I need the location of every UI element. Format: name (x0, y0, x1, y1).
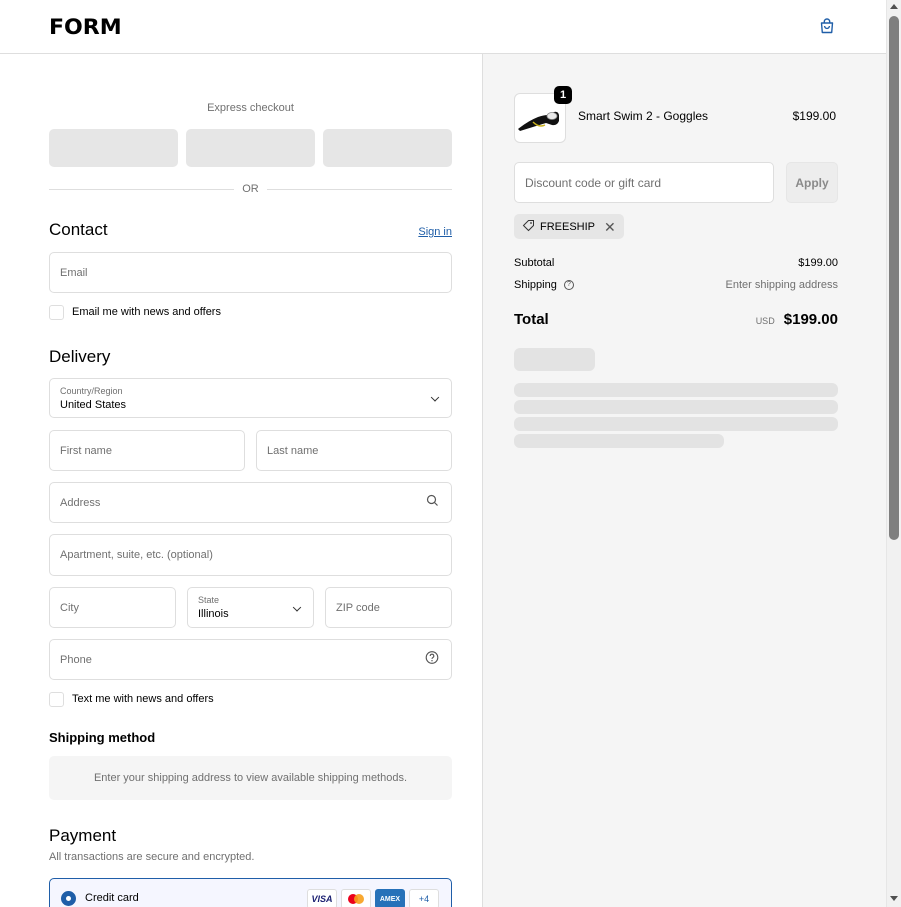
product-price: $199.00 (792, 109, 836, 123)
loading-placeholder (514, 400, 838, 414)
subtotal-row: Subtotal $199.00 (514, 257, 838, 269)
search-icon[interactable] (426, 494, 439, 512)
loading-placeholder (514, 348, 595, 371)
payment-subtitle: All transactions are secure and encrypte… (49, 851, 255, 863)
country-label: Country/Region (60, 386, 123, 396)
country-value: United States (60, 399, 127, 411)
quantity-badge: 1 (554, 86, 572, 104)
state-value: Illinois (198, 608, 229, 620)
more-cards-badge: +4 (409, 889, 439, 907)
apartment-field[interactable]: Apartment, suite, etc. (optional) (49, 534, 452, 576)
phone-field[interactable]: Phone (49, 639, 452, 680)
amex-card-label: AMEX (379, 895, 401, 903)
shipping-label: Shipping (514, 279, 557, 291)
chevron-down-icon (430, 393, 440, 402)
mastercard-icon (341, 889, 371, 907)
loading-placeholder (514, 434, 724, 448)
state-select[interactable]: State Illinois (187, 587, 314, 628)
discount-code-input[interactable] (514, 162, 774, 203)
state-label: State (198, 595, 220, 605)
contact-heading: Contact (49, 220, 108, 239)
last-name-placeholder: Last name (267, 444, 319, 457)
city-placeholder: City (60, 601, 79, 614)
phone-placeholder: Phone (60, 653, 92, 666)
apartment-placeholder: Apartment, suite, etc. (optional) (60, 549, 213, 561)
credit-card-option[interactable]: Credit card VISA AMEX +4 (49, 878, 452, 907)
city-field[interactable]: City (49, 587, 176, 628)
more-cards-label: +4 (418, 894, 430, 904)
total-value: $199.00 (783, 311, 838, 328)
email-newsletter-checkbox[interactable] (49, 305, 64, 320)
chevron-down-icon (292, 602, 302, 612)
zip-code-field[interactable]: ZIP code (325, 587, 452, 628)
credit-card-label: Credit card (85, 892, 139, 904)
total-row: Total USD $199.00 (514, 311, 838, 328)
credit-card-radio[interactable] (61, 891, 76, 906)
discount-tag-label: FREESHIP (540, 220, 596, 233)
express-pay-button[interactable] (323, 129, 452, 167)
total-label: Total (514, 311, 549, 328)
remove-discount-icon[interactable]: ✕ (604, 220, 616, 234)
express-pay-button[interactable] (49, 129, 178, 167)
scrollbar-thumb[interactable] (889, 16, 899, 540)
express-pay-button[interactable] (186, 129, 315, 167)
shipping-method-message: Enter your shipping address to view avai… (49, 756, 452, 800)
loading-placeholder (514, 383, 838, 397)
shipping-value: Enter shipping address (725, 279, 838, 291)
help-icon[interactable]: ? (563, 280, 574, 291)
discount-tag: FREESHIP ✕ (514, 214, 624, 239)
shopping-bag-icon[interactable] (818, 17, 836, 35)
help-icon[interactable] (425, 650, 439, 669)
visa-card-label: VISA (311, 894, 333, 904)
subtotal-label: Subtotal (514, 257, 555, 269)
tag-icon (522, 219, 535, 235)
address-placeholder: Address (60, 496, 101, 509)
page-scrollbar[interactable] (886, 0, 901, 907)
product-name: Smart Swim 2 - Goggles (578, 109, 709, 123)
or-divider-label: OR (234, 183, 267, 195)
amex-icon: AMEX (375, 889, 405, 907)
visa-icon: VISA (307, 889, 337, 907)
sms-newsletter-label: Text me with news and offers (72, 693, 214, 705)
sign-in-link[interactable]: Sign in (418, 226, 452, 238)
express-checkout-title: Express checkout (207, 102, 294, 114)
shipping-method-heading: Shipping method (49, 730, 156, 745)
subtotal-value: $199.00 (798, 257, 838, 269)
site-header: FORM (0, 0, 886, 54)
delivery-heading: Delivery (49, 347, 111, 366)
brand-logo[interactable]: FORM (49, 15, 122, 39)
order-summary: 1 Smart Swim 2 - Goggles $199.00 Apply F… (482, 54, 886, 907)
email-newsletter-label: Email me with news and offers (72, 306, 221, 318)
first-name-placeholder: First name (60, 444, 112, 457)
first-name-field[interactable]: First name (49, 430, 245, 471)
sms-newsletter-checkbox[interactable] (49, 692, 64, 707)
total-currency: USD (755, 316, 775, 326)
email-field[interactable]: Email (49, 252, 452, 293)
scroll-up-arrow-icon[interactable] (890, 4, 898, 9)
country-select[interactable]: Country/Region United States (49, 378, 452, 418)
zip-code-placeholder: ZIP code (336, 601, 380, 614)
payment-heading: Payment (49, 826, 117, 845)
apply-discount-button[interactable]: Apply (786, 162, 838, 203)
email-placeholder: Email (60, 266, 88, 279)
address-field[interactable]: Address (49, 482, 452, 523)
shipping-row: Shipping ? Enter shipping address (514, 279, 838, 291)
loading-placeholder (514, 417, 838, 431)
last-name-field[interactable]: Last name (256, 430, 452, 471)
scroll-down-arrow-icon[interactable] (890, 896, 898, 901)
